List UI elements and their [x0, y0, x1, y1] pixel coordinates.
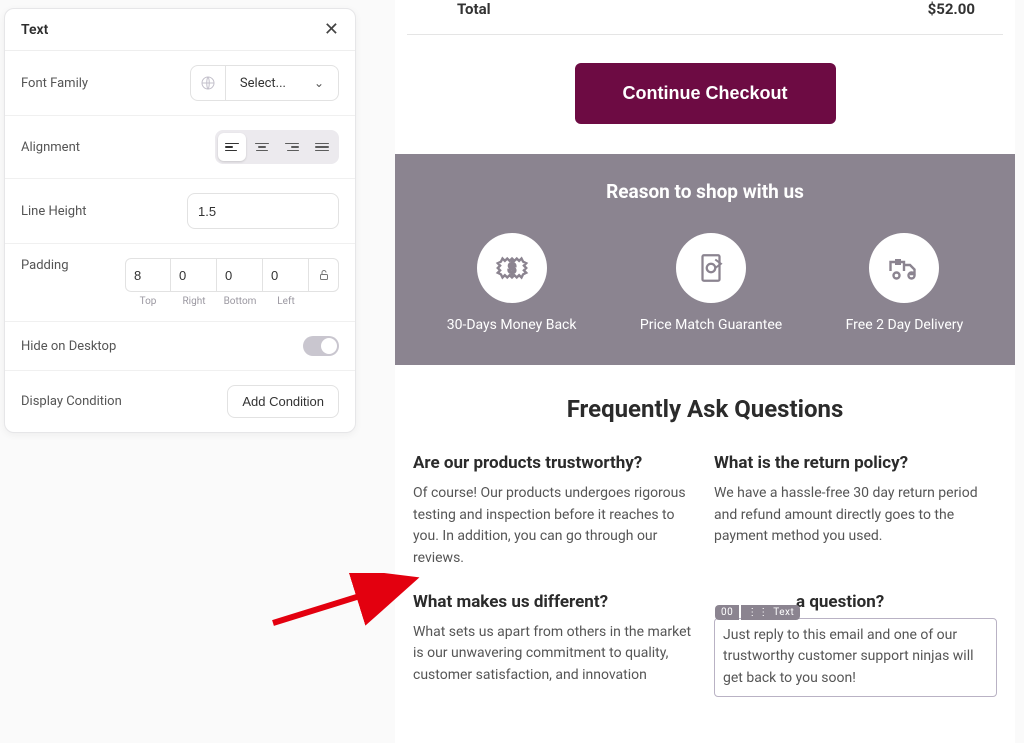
- reason-free-delivery: Free 2 Day Delivery: [846, 233, 964, 333]
- line-height-input[interactable]: [187, 193, 339, 229]
- panel-title: Text: [21, 22, 48, 38]
- reasons-section: Reason to shop with us $ 30-Days Money B…: [395, 154, 1015, 365]
- faq-item[interactable]: Are our products trustworthy? Of course!…: [413, 453, 696, 570]
- faq-item-selected[interactable]: a question? 00 ⋮⋮ Text Just reply to thi…: [714, 592, 997, 697]
- faq-question: Are our products trustworthy?: [413, 453, 696, 473]
- faq-title: Frequently Ask Questions: [413, 395, 997, 423]
- faq-answer: Just reply to this email and one of our …: [723, 625, 988, 690]
- faq-item[interactable]: What makes us different? What sets us ap…: [413, 592, 696, 697]
- label-line-height: Line Height: [21, 204, 87, 219]
- selection-label: Text: [773, 607, 794, 618]
- faq-answer: What sets us apart from others in the ma…: [413, 622, 696, 687]
- reason-price-match: Price Match Guarantee: [640, 233, 782, 333]
- reason-money-back: $ 30-Days Money Back: [447, 233, 577, 333]
- continue-checkout-button[interactable]: Continue Checkout: [575, 63, 836, 124]
- font-family-placeholder: Select...: [240, 76, 286, 91]
- row-font-family: Font Family Select... ⌄: [5, 51, 355, 116]
- faq-section: Frequently Ask Questions Are our product…: [395, 365, 1015, 707]
- hide-desktop-toggle[interactable]: [303, 336, 339, 356]
- faq-item[interactable]: What is the return policy? We have a has…: [714, 453, 997, 570]
- padding-bottom-input[interactable]: [217, 258, 263, 292]
- svg-text:$: $: [508, 260, 516, 277]
- label-hide-desktop: Hide on Desktop: [21, 339, 116, 354]
- font-family-select[interactable]: Select... ⌄: [226, 65, 339, 101]
- faq-answer: We have a hassle-free 30 day return peri…: [714, 483, 997, 548]
- email-preview: Total $52.00 Continue Checkout Reason to…: [395, 0, 1015, 743]
- selected-text-block[interactable]: 00 ⋮⋮ Text Just reply to this email and …: [714, 618, 997, 697]
- reasons-title: Reason to shop with us: [415, 180, 995, 203]
- padding-labels: Top Right Bottom Left: [125, 296, 339, 307]
- padding-lock-icon[interactable]: [309, 258, 339, 292]
- faq-question: What is the return policy?: [714, 453, 997, 473]
- reason-label: 30-Days Money Back: [447, 317, 577, 333]
- total-value: $52.00: [928, 0, 975, 18]
- total-row: Total $52.00: [407, 0, 1003, 35]
- total-label: Total: [457, 0, 491, 18]
- price-match-icon: [676, 233, 746, 303]
- row-display-condition: Display Condition Add Condition: [5, 371, 355, 432]
- padding-right-input[interactable]: [171, 258, 217, 292]
- selection-index: 00: [715, 605, 739, 620]
- faq-answer: Of course! Our products undergoes rigoro…: [413, 483, 696, 570]
- align-justify-button[interactable]: [308, 133, 336, 161]
- drag-handle-icon[interactable]: ⋮⋮: [747, 607, 769, 618]
- label-font-family: Font Family: [21, 76, 88, 91]
- cta-row: Continue Checkout: [395, 35, 1015, 154]
- label-alignment: Alignment: [21, 140, 80, 155]
- chevron-down-icon: ⌄: [314, 76, 324, 90]
- align-right-button[interactable]: [278, 133, 306, 161]
- globe-icon[interactable]: [190, 65, 226, 101]
- align-left-button[interactable]: [218, 133, 246, 161]
- align-center-button[interactable]: [248, 133, 276, 161]
- reason-label: Price Match Guarantee: [640, 317, 782, 333]
- row-alignment: Alignment: [5, 116, 355, 179]
- money-back-icon: $: [477, 233, 547, 303]
- padding-inputs: [125, 258, 339, 292]
- row-padding: Padding Top Right Bottom Left: [5, 244, 355, 322]
- row-hide-desktop: Hide on Desktop: [5, 322, 355, 371]
- faq-question: What makes us different?: [413, 592, 696, 612]
- selection-tag[interactable]: 00 ⋮⋮ Text: [715, 605, 800, 620]
- font-family-control: Select... ⌄: [190, 65, 339, 101]
- reason-label: Free 2 Day Delivery: [846, 317, 964, 333]
- label-padding: Padding: [21, 258, 69, 273]
- close-icon[interactable]: ✕: [324, 19, 339, 40]
- add-condition-button[interactable]: Add Condition: [227, 385, 339, 418]
- label-display-condition: Display Condition: [21, 394, 122, 409]
- selection-label-chip[interactable]: ⋮⋮ Text: [741, 605, 800, 620]
- panel-header: Text ✕: [5, 9, 355, 51]
- delivery-icon: [869, 233, 939, 303]
- row-line-height: Line Height: [5, 179, 355, 244]
- padding-top-input[interactable]: [125, 258, 171, 292]
- properties-panel: Text ✕ Font Family Select... ⌄ Alignment: [4, 8, 356, 433]
- padding-left-input[interactable]: [263, 258, 309, 292]
- alignment-group: [215, 130, 339, 164]
